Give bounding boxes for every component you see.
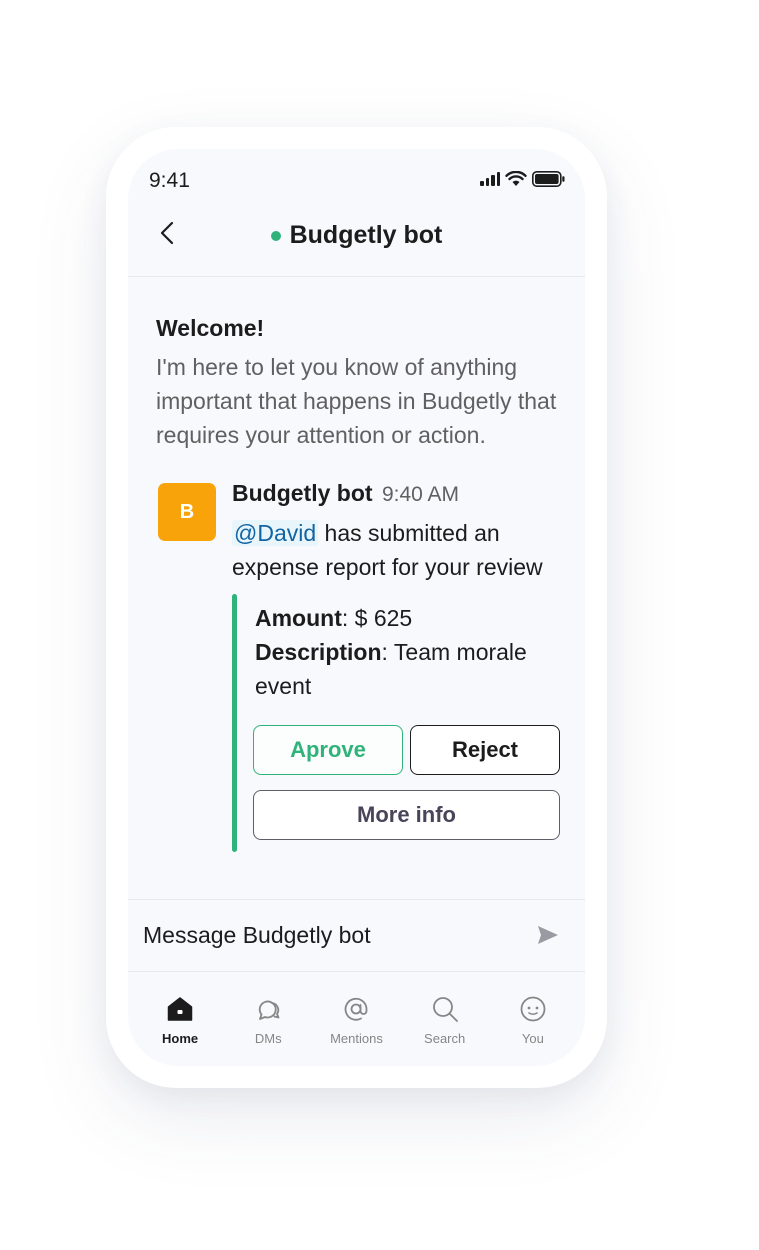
nav-search-label: Search [424,1031,466,1046]
attachment-accent-bar [232,594,237,852]
amount-line: Amount: $ 625 [255,601,575,635]
nav-you-label: You [521,1031,544,1046]
wifi-icon [505,171,527,186]
expense-details: Amount: $ 625 Description: Team morale e… [255,601,575,703]
phone-screen: 9:41 Budgetly bot Welcome! I'm here to l… [128,149,585,1066]
reject-button[interactable]: Reject [410,725,560,775]
nav-dms-label: DMs [254,1031,282,1046]
mentions-icon [345,997,368,1021]
bottom-nav: Home DMs Mentions Search You [128,972,585,1066]
status-icons [480,171,565,187]
nav-search[interactable]: Search [405,972,485,1066]
mention-link[interactable]: @David [232,520,319,546]
nav-dms[interactable]: DMs [228,972,308,1066]
approve-button[interactable]: Aprove [253,725,403,775]
chat-title: Budgetly bot [289,221,443,249]
status-bar: 9:41 [128,149,585,209]
header-title-wrap[interactable]: Budgetly bot [128,221,585,250]
more-info-button[interactable]: More info [253,790,560,840]
search-icon [432,997,458,1022]
description-label: Description [255,639,382,665]
nav-you[interactable]: You [493,972,573,1066]
online-status-dot [270,230,281,241]
message-time: 9:40 AM [381,483,459,506]
message-header: Budgetly bot 9:40 AM [232,480,459,507]
nav-home[interactable]: Home [140,972,220,1066]
signal-icon [480,172,500,186]
home-icon [167,997,193,1021]
message-body: @David has submitted an expense report f… [232,516,572,584]
nav-mentions-label: Mentions [330,1031,383,1046]
message-sender[interactable]: Budgetly bot [232,480,373,506]
battery-icon [532,171,565,187]
welcome-title: Welcome! [156,315,265,341]
dms-icon [259,1000,280,1020]
nav-home-label: Home [162,1031,199,1046]
chat-header: Budgetly bot [128,209,585,277]
message-input[interactable]: Message Budgetly bot [143,922,371,949]
send-icon[interactable] [537,925,559,945]
status-time: 9:41 [149,169,190,192]
description-line: Description: Team morale event [255,635,575,703]
amount-value: : $ 625 [341,605,413,631]
bot-avatar[interactable]: B [158,483,216,541]
amount-label: Amount [255,605,342,631]
welcome-text: I'm here to let you know of anything imp… [156,354,557,448]
message-composer: Message Budgetly bot [128,899,585,972]
nav-mentions[interactable]: Mentions [316,972,396,1066]
you-icon [520,996,546,1022]
